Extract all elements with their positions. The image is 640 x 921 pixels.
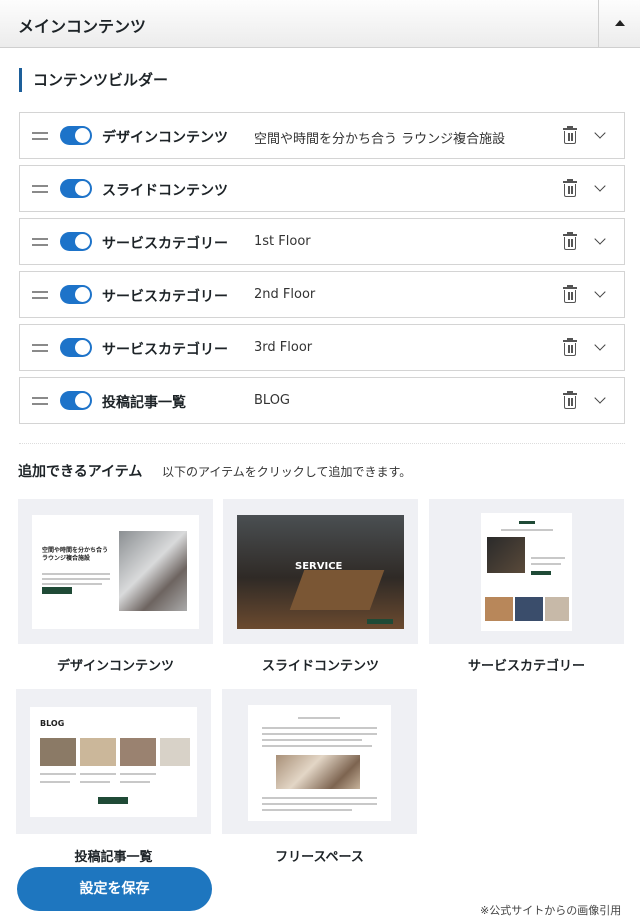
thumb-heading: SERVICE bbox=[295, 561, 343, 572]
item-label: サービスカテゴリー bbox=[467, 659, 585, 674]
toggle-knob bbox=[75, 234, 90, 249]
collapse-button[interactable] bbox=[598, 0, 640, 48]
row-name: デザインコンテンツ bbox=[102, 130, 228, 146]
blog-thumbnail: BLOG bbox=[30, 707, 197, 817]
row-subtitle: 空間や時間を分かち合う ラウンジ複合施設 bbox=[254, 132, 506, 147]
row-name: サービスカテゴリー bbox=[102, 342, 228, 358]
item-card-design[interactable]: 空間や時間を分かち合う ラウンジ複合施設 bbox=[18, 499, 213, 644]
free-space-thumbnail bbox=[248, 705, 391, 821]
image-credit: ※公式サイトからの画像引用 bbox=[480, 904, 622, 917]
visibility-toggle[interactable] bbox=[60, 126, 92, 145]
trash-icon[interactable] bbox=[563, 179, 577, 197]
thumb-heading: 空間や時間を分かち合う ラウンジ複合施設 bbox=[42, 547, 109, 562]
section-title: コンテンツビルダー bbox=[19, 68, 168, 92]
row-subtitle: 2nd Floor bbox=[254, 287, 316, 302]
thumb-heading: BLOG bbox=[40, 719, 65, 728]
chevron-down-icon[interactable] bbox=[594, 339, 606, 351]
design-thumbnail: 空間や時間を分かち合う ラウンジ複合施設 bbox=[32, 515, 199, 629]
visibility-toggle[interactable] bbox=[60, 391, 92, 410]
builder-row[interactable]: デザインコンテンツ 空間や時間を分かち合う ラウンジ複合施設 bbox=[19, 112, 625, 159]
builder-row[interactable]: サービスカテゴリー 1st Floor bbox=[19, 218, 625, 265]
row-subtitle: 1st Floor bbox=[254, 234, 311, 249]
chevron-down-icon[interactable] bbox=[594, 127, 606, 139]
toggle-knob bbox=[75, 287, 90, 302]
triangle-up-icon bbox=[615, 20, 625, 26]
item-label: 投稿記事一覧 bbox=[74, 850, 153, 865]
panel-title: メインコンテンツ bbox=[18, 17, 147, 36]
toggle-knob bbox=[75, 128, 90, 143]
visibility-toggle[interactable] bbox=[60, 338, 92, 357]
trash-icon[interactable] bbox=[563, 126, 577, 144]
save-button[interactable]: 設定を保存 bbox=[17, 867, 212, 911]
chevron-down-icon[interactable] bbox=[594, 286, 606, 298]
row-name: サービスカテゴリー bbox=[102, 289, 228, 305]
trash-icon[interactable] bbox=[563, 285, 577, 303]
visibility-toggle[interactable] bbox=[60, 179, 92, 198]
panel-header: メインコンテンツ bbox=[0, 0, 640, 48]
visibility-toggle[interactable] bbox=[60, 285, 92, 304]
item-card-slide[interactable]: SERVICE bbox=[223, 499, 418, 644]
builder-row[interactable]: 投稿記事一覧 BLOG bbox=[19, 377, 625, 424]
add-items-title: 追加できるアイテム bbox=[18, 464, 143, 480]
visibility-toggle[interactable] bbox=[60, 232, 92, 251]
item-label: デザインコンテンツ bbox=[56, 659, 174, 674]
drag-handle-icon[interactable] bbox=[32, 397, 48, 405]
row-subtitle: 3rd Floor bbox=[254, 340, 313, 355]
trash-icon[interactable] bbox=[563, 232, 577, 250]
builder-row-list: デザインコンテンツ 空間や時間を分かち合う ラウンジ複合施設 スライドコンテンツ… bbox=[19, 112, 625, 430]
item-label: フリースペース bbox=[275, 850, 364, 865]
toggle-knob bbox=[75, 393, 90, 408]
item-card-service[interactable] bbox=[429, 499, 624, 644]
toggle-knob bbox=[75, 181, 90, 196]
row-name: サービスカテゴリー bbox=[102, 236, 228, 252]
trash-icon[interactable] bbox=[563, 338, 577, 356]
slide-thumbnail: SERVICE bbox=[237, 515, 404, 629]
service-thumbnail bbox=[481, 513, 572, 631]
row-name: スライドコンテンツ bbox=[102, 183, 228, 199]
builder-row[interactable]: サービスカテゴリー 2nd Floor bbox=[19, 271, 625, 318]
item-card-free-space[interactable] bbox=[222, 689, 417, 834]
chevron-down-icon[interactable] bbox=[594, 180, 606, 192]
chevron-down-icon[interactable] bbox=[594, 233, 606, 245]
builder-row[interactable]: サービスカテゴリー 3rd Floor bbox=[19, 324, 625, 371]
row-subtitle: BLOG bbox=[254, 393, 291, 408]
chevron-down-icon[interactable] bbox=[594, 392, 606, 404]
drag-handle-icon[interactable] bbox=[32, 132, 48, 140]
item-card-blog[interactable]: BLOG bbox=[16, 689, 211, 834]
drag-handle-icon[interactable] bbox=[32, 291, 48, 299]
trash-icon[interactable] bbox=[563, 391, 577, 409]
drag-handle-icon[interactable] bbox=[32, 238, 48, 246]
drag-handle-icon[interactable] bbox=[32, 344, 48, 352]
toggle-knob bbox=[75, 340, 90, 355]
builder-row[interactable]: スライドコンテンツ bbox=[19, 165, 625, 212]
add-items-description: 以下のアイテムをクリックして追加できます。 bbox=[162, 465, 412, 479]
item-label: スライドコンテンツ bbox=[261, 659, 379, 674]
row-name: 投稿記事一覧 bbox=[102, 395, 186, 411]
section-divider bbox=[19, 443, 625, 444]
drag-handle-icon[interactable] bbox=[32, 185, 48, 193]
